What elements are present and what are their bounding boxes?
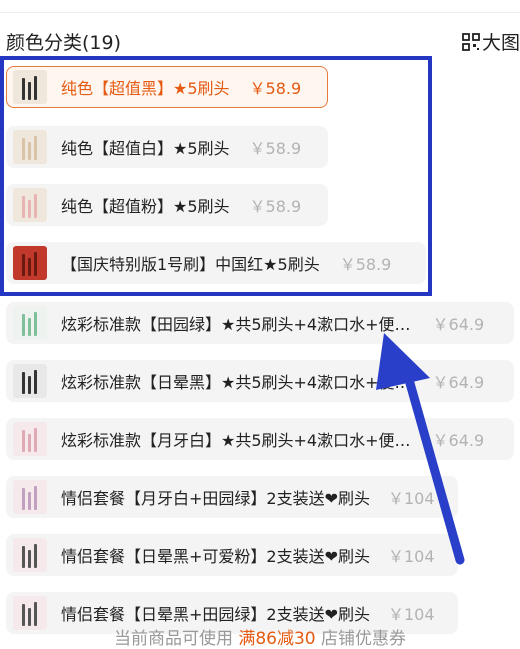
promo-suffix: 店铺优惠券 — [321, 629, 407, 649]
color-category-header: 颜色分类(19) 大图 — [0, 28, 520, 54]
option-price: ￥104 — [388, 605, 435, 624]
option-price: ￥64.9 — [432, 431, 485, 450]
color-option[interactable]: 情侣套餐【日晕黑+可爱粉】2支装送❤刷头 ￥104 — [6, 534, 458, 576]
option-label: 【国庆特别版1号刷】中国红★5刷头 — [61, 255, 320, 274]
color-option[interactable]: 【国庆特别版1号刷】中国红★5刷头 ￥58.9 — [6, 242, 426, 284]
color-category-title: 颜色分类(19) — [6, 32, 122, 54]
color-option[interactable]: 炫彩标准款【日晕黑】★共5刷头+4漱口水+便… ￥64.9 — [6, 360, 514, 402]
option-label: 纯色【超值黑】★5刷头 — [61, 79, 230, 98]
color-option[interactable]: 纯色【超值黑】★5刷头 ￥58.9 — [6, 66, 328, 108]
color-option[interactable]: 纯色【超值白】★5刷头 ￥58.9 — [6, 126, 328, 168]
option-thumbnail — [13, 538, 47, 572]
color-option[interactable]: 情侣套餐【月牙白+田园绿】2支装送❤刷头 ￥104 — [6, 476, 458, 518]
option-thumbnail — [13, 246, 47, 280]
option-price: ￥104 — [388, 547, 435, 566]
option-label: 炫彩标准款【日晕黑】★共5刷头+4漱口水+便… — [61, 373, 411, 392]
option-price: ￥64.9 — [432, 315, 485, 334]
color-option[interactable]: 炫彩标准款【月牙白】★共5刷头+4漱口水+便… ￥64.9 — [6, 418, 514, 460]
option-thumbnail — [13, 130, 47, 164]
option-thumbnail — [13, 188, 47, 222]
option-label: 炫彩标准款【月牙白】★共5刷头+4漱口水+便… — [61, 431, 411, 450]
option-label: 情侣套餐【日晕黑+田园绿】2支装送❤刷头 — [61, 605, 370, 624]
option-thumbnail — [13, 422, 47, 456]
option-price: ￥58.9 — [249, 139, 302, 158]
promo-prefix: 当前商品可使用 — [113, 629, 233, 649]
color-option[interactable]: 纯色【超值粉】★5刷头 ￥58.9 — [6, 184, 328, 226]
option-price: ￥58.9 — [249, 197, 302, 216]
option-thumbnail — [13, 364, 47, 398]
grid-view-icon — [462, 32, 480, 51]
option-thumbnail — [13, 306, 47, 340]
big-picture-label: 大图 — [481, 32, 520, 54]
option-label: 纯色【超值白】★5刷头 — [61, 139, 230, 158]
option-price: ￥64.9 — [432, 373, 485, 392]
option-label: 情侣套餐【日晕黑+可爱粉】2支装送❤刷头 — [61, 547, 370, 566]
option-price: ￥58.9 — [339, 255, 392, 274]
option-thumbnail — [13, 480, 47, 514]
promo-highlight[interactable]: 满86减30 — [238, 629, 315, 649]
option-price: ￥104 — [388, 489, 435, 508]
option-label: 炫彩标准款【田园绿】★共5刷头+4漱口水+便… — [61, 315, 411, 334]
big-picture-toggle[interactable]: 大图 — [462, 28, 520, 55]
promo-banner: 当前商品可使用 满86减30 店铺优惠券 — [0, 624, 520, 649]
option-label: 情侣套餐【月牙白+田园绿】2支装送❤刷头 — [61, 489, 370, 508]
option-thumbnail — [13, 70, 47, 104]
top-divider — [0, 0, 520, 13]
color-option[interactable]: 炫彩标准款【田园绿】★共5刷头+4漱口水+便… ￥64.9 — [6, 302, 514, 344]
option-label: 纯色【超值粉】★5刷头 — [61, 197, 230, 216]
option-price: ￥58.9 — [249, 79, 302, 98]
